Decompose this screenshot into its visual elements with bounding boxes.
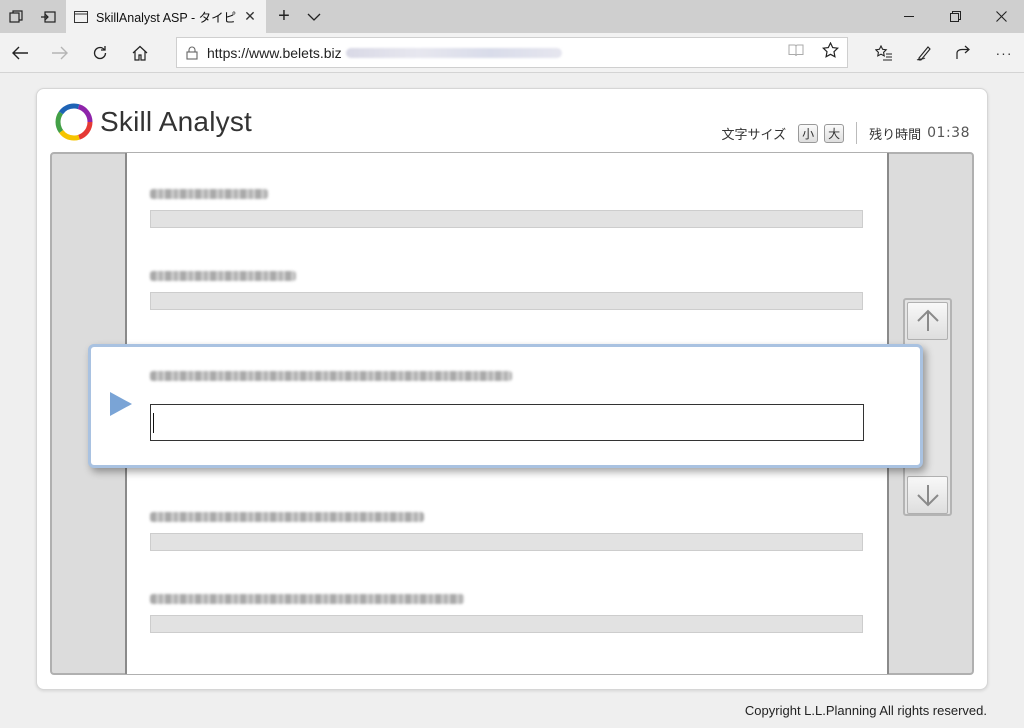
arrow-down-icon	[916, 485, 939, 507]
copyright-footer: Copyright L.L.Planning All rights reserv…	[744, 703, 987, 718]
favorites-list-icon[interactable]	[868, 37, 900, 69]
restore-icon[interactable]	[932, 0, 978, 33]
question-text-blurred	[150, 189, 268, 199]
set-aside-icon[interactable]	[32, 0, 64, 33]
question-item	[150, 591, 863, 633]
header-controls: 文字サイズ 小 大 残り時間 01:38	[722, 121, 971, 145]
active-question-prompt	[150, 368, 863, 384]
tab-close-icon[interactable]: ✕	[242, 8, 258, 25]
arrow-up-icon	[916, 309, 939, 331]
pen-icon[interactable]	[908, 37, 940, 69]
lock-icon	[177, 46, 207, 60]
favorite-star-icon[interactable]	[821, 41, 840, 63]
skill-analyst-logo: Skill Analyst	[54, 101, 252, 143]
answer-slot	[150, 615, 863, 633]
answer-slot	[150, 210, 863, 228]
tab-title: SkillAnalyst ASP - タイピ	[96, 11, 237, 25]
tab-menu-chevron-down-icon[interactable]	[298, 0, 330, 33]
question-item	[150, 509, 863, 551]
forward-arrow-icon[interactable]	[44, 37, 76, 69]
current-question-play-icon	[110, 392, 132, 416]
font-size-label: 文字サイズ	[721, 126, 787, 142]
more-icon[interactable]: ···	[988, 37, 1020, 69]
scroll-up-button[interactable]	[907, 302, 948, 340]
new-tab-plus-icon[interactable]: +	[268, 0, 300, 33]
browser-nav-bar: https://www.belets.biz ···	[0, 33, 1024, 73]
logo-text: Skill Analyst	[100, 106, 252, 137]
time-remaining-value: 01:38	[927, 125, 970, 141]
answer-slot	[150, 533, 863, 551]
logo-ring-icon	[55, 103, 93, 141]
font-large-button[interactable]: 大	[824, 123, 845, 143]
back-arrow-icon[interactable]	[4, 37, 36, 69]
question-text-blurred	[150, 371, 512, 381]
browser-tab-bar: SkillAnalyst ASP - タイピ ✕ +	[0, 0, 1024, 33]
answer-slot	[150, 292, 863, 310]
question-text-blurred	[150, 271, 296, 281]
text-caret	[153, 413, 154, 433]
question-item	[150, 268, 863, 310]
typing-answer-input[interactable]	[150, 404, 864, 441]
browser-tab[interactable]: SkillAnalyst ASP - タイピ ✕	[66, 0, 266, 33]
question-text-blurred	[150, 594, 464, 604]
reading-view-book-icon[interactable]	[788, 43, 804, 62]
share-icon[interactable]	[948, 37, 980, 69]
time-remaining-label: 残り時間	[869, 126, 922, 142]
url-path-blurred	[345, 47, 562, 58]
question-item	[150, 186, 863, 228]
address-bar[interactable]: https://www.belets.biz	[176, 37, 848, 68]
header-divider	[856, 122, 858, 144]
url-text: https://www.belets.biz	[207, 44, 342, 61]
refresh-icon[interactable]	[84, 37, 116, 69]
minimize-icon[interactable]	[886, 0, 932, 33]
question-text-blurred	[150, 512, 424, 522]
page-icon	[74, 10, 88, 23]
tab-list-icon[interactable]	[0, 0, 32, 33]
home-icon[interactable]	[124, 37, 156, 69]
font-small-button[interactable]: 小	[798, 123, 819, 143]
window-close-icon[interactable]	[978, 0, 1024, 33]
scroll-down-button[interactable]	[907, 476, 948, 514]
